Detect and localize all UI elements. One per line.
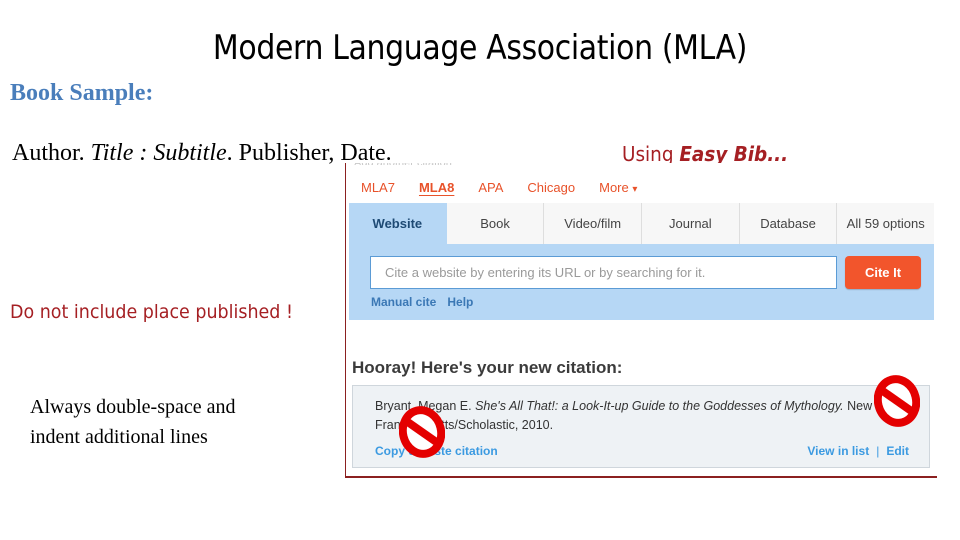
tab-book[interactable]: Book <box>446 203 545 244</box>
chevron-down-icon: ▾ <box>632 183 638 195</box>
citation-style-switcher[interactable]: MLA7 MLA8 APA Chicago More ▾ <box>349 176 649 198</box>
pattern-italic: Title : Subtitle <box>90 140 227 166</box>
copy-paste-citation-link[interactable]: Copy & paste citation <box>375 444 498 458</box>
tab-website[interactable]: Website <box>349 203 447 244</box>
tab-database[interactable]: Database <box>739 203 838 244</box>
note-double-space-line1: Always double-space and <box>30 396 236 418</box>
result-heading: Hooray! Here's your new citation: <box>352 358 623 377</box>
search-input[interactable]: Cite a website by entering its URL or by… <box>370 256 837 289</box>
cite-sublinks: Manual cite Help <box>371 295 473 309</box>
citation-author: Bryant, Megan E. <box>375 399 476 413</box>
tab-all-options[interactable]: All 59 options <box>837 203 935 244</box>
cite-search-row: Cite a website by entering its URL or by… <box>370 256 921 289</box>
tab-journal[interactable]: Journal <box>642 203 740 244</box>
citation-right-links: View in list | Edit <box>807 444 909 458</box>
citation-title: She's All That!: a Look-It-up Guide to t… <box>475 399 844 413</box>
style-option-chicago[interactable]: Chicago <box>515 180 587 195</box>
mla-citation-pattern: Author. Title : Subtitle. Publisher, Dat… <box>12 140 392 167</box>
citation-actions: Copy & paste citation View in list | Edi… <box>353 444 931 458</box>
style-option-more-label: More <box>599 179 629 195</box>
page-title: Modern Language Association (MLA) <box>212 28 748 68</box>
note-double-space: Always double-space and indent additiona… <box>30 392 236 452</box>
easybib-screenshot: Add another citation MLA7 MLA8 APA Chica… <box>345 163 937 478</box>
note-double-space-line2: indent additional lines <box>30 426 208 448</box>
help-link[interactable]: Help <box>447 295 473 309</box>
style-option-apa[interactable]: APA <box>466 180 515 195</box>
view-in-list-link[interactable]: View in list <box>807 444 869 458</box>
style-option-more[interactable]: More ▾ <box>587 180 649 195</box>
tab-video-film[interactable]: Video/film <box>544 203 643 244</box>
style-option-mla8[interactable]: MLA8 <box>407 180 466 195</box>
citation-text: Bryant, Megan E. She's All That!: a Look… <box>375 397 921 436</box>
citation-result-box: Bryant, Megan E. She's All That!: a Look… <box>352 385 930 468</box>
section-heading-book-sample: Book Sample: <box>10 80 154 106</box>
source-type-tabs[interactable]: Website Book Video/film Journal Database… <box>349 203 935 244</box>
slide-canvas: Modern Language Association (MLA) Book S… <box>0 0 960 540</box>
cite-source-panel: Website Book Video/film Journal Database… <box>349 203 935 320</box>
link-separator: | <box>876 444 880 458</box>
cite-it-button[interactable]: Cite It <box>845 256 921 289</box>
edit-link[interactable]: Edit <box>886 444 909 458</box>
clipped-header-text: Add another citation <box>354 163 452 165</box>
style-option-mla7[interactable]: MLA7 <box>349 180 407 195</box>
manual-cite-link[interactable]: Manual cite <box>371 295 436 309</box>
note-no-place-published: Do not include place published ! <box>10 301 293 323</box>
pattern-prefix: Author. <box>12 140 91 166</box>
